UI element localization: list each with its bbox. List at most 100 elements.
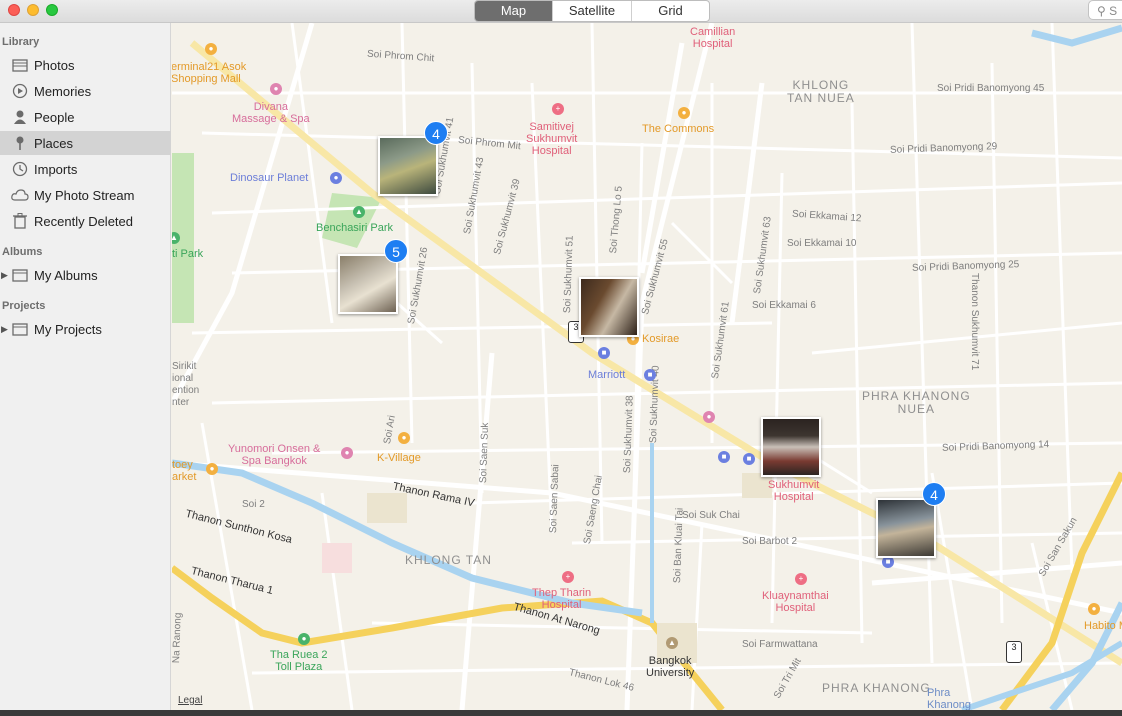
places-pin-icon (10, 134, 30, 152)
road-label: Soi 2 (242, 499, 265, 510)
shopping-pin-icon[interactable]: ● (398, 432, 410, 444)
transit-pin-icon[interactable]: ■ (743, 453, 755, 465)
highway-shield-icon: 3 (1006, 641, 1022, 663)
disclosure-triangle-icon[interactable]: ▶ (1, 270, 8, 281)
university-pin-icon[interactable]: ▲ (666, 637, 678, 649)
legal-link[interactable]: Legal (178, 695, 202, 706)
sidebar-item-people[interactable]: People (0, 105, 171, 129)
sidebar-item-label: Imports (34, 161, 78, 177)
poi-label: erminal21 Asok Shopping Mall (172, 61, 247, 85)
road-label: Soi Ekkamai 10 (787, 238, 857, 249)
section-projects: Projects (2, 300, 46, 312)
photo-cluster-thumbnail[interactable] (338, 254, 398, 314)
area-label: PHRA KHANONG NUEA (862, 389, 971, 416)
road-label: Soi Saen Suk (478, 422, 492, 484)
sidebar-item-memories[interactable]: Memories (0, 79, 171, 103)
hotel-pin-icon[interactable]: ■ (644, 369, 656, 381)
attraction-pin-icon[interactable]: ● (330, 172, 342, 184)
disclosure-triangle-icon[interactable]: ▶ (1, 324, 8, 335)
close-window-button[interactable] (8, 4, 20, 16)
search-placeholder: S (1109, 4, 1118, 18)
poi-label: Habito Mal (1084, 620, 1122, 632)
road-label: Soi Ekkamai 6 (752, 300, 816, 311)
sidebar-item-recently-deleted[interactable]: Recently Deleted (0, 209, 171, 233)
poi-label: Sukhumvit Hospital (768, 479, 820, 503)
memories-icon (10, 82, 30, 100)
water-label: Phra Khanong (927, 687, 972, 710)
road-label: Soi Suk Chai (682, 510, 740, 521)
minimize-window-button[interactable] (27, 4, 39, 16)
canal (1031, 24, 1122, 47)
sidebar-item-my-photo-stream[interactable]: My Photo Stream (0, 183, 171, 207)
cluster-count-badge[interactable]: 4 (424, 121, 448, 145)
hospital-block (322, 543, 352, 573)
places-map[interactable]: Soi Phrom Chit erminal21 Asok Shopping M… (172, 23, 1122, 710)
road-label: Thanon Sukhumvit 71 (969, 273, 980, 371)
section-library: Library (2, 36, 40, 48)
tab-map[interactable]: Map (475, 1, 552, 21)
cluster-count-badge[interactable]: 4 (922, 482, 946, 506)
hospital-pin-icon[interactable]: + (795, 573, 807, 585)
poi-label: Yunomori Onsen & Spa Bangkok (228, 443, 321, 467)
poi-label: toey arket (172, 459, 197, 483)
food-pin-icon[interactable]: ● (678, 107, 690, 119)
zoom-window-button[interactable] (46, 4, 58, 16)
photo-cluster-thumbnail[interactable] (579, 277, 639, 337)
poi-label: ti Park (172, 248, 204, 260)
road-label: Soi Farmwattana (742, 639, 818, 650)
sidebar-item-my-projects[interactable]: ▶ My Projects (0, 317, 171, 341)
sidebar-item-label: My Photo Stream (34, 187, 135, 203)
window-bottom-edge (0, 710, 1122, 716)
transit-pin-icon[interactable]: ■ (598, 347, 610, 359)
area-label: KHLONG TAN (405, 553, 492, 567)
shopping-pin-icon[interactable]: ● (1088, 603, 1100, 615)
photo-cluster-thumbnail[interactable] (761, 417, 821, 477)
section-albums: Albums (2, 246, 43, 258)
poi-label: Divana Massage & Spa (232, 101, 310, 125)
trash-icon (10, 212, 30, 230)
transit-pin-icon[interactable]: ■ (718, 451, 730, 463)
shopping-pin-icon[interactable]: ● (206, 463, 218, 475)
road-label: Soi Pridi Banomyong 45 (937, 83, 1045, 94)
sidebar: Library Photos Memories People Places Im… (0, 23, 171, 716)
poi-label: The Commons (642, 123, 715, 135)
search-field[interactable]: ⚲ S (1088, 0, 1122, 20)
view-mode-segmented-control: Map Satellite Grid (474, 0, 710, 22)
road-label: Soi Barbot 2 (742, 536, 798, 547)
poi-label: Bangkok University (646, 655, 695, 679)
hospital-pin-icon[interactable]: + (562, 571, 574, 583)
hospital-pin-icon[interactable]: + (552, 103, 564, 115)
spa-pin-icon[interactable]: ● (270, 83, 282, 95)
people-icon (10, 108, 30, 126)
park-area (322, 193, 382, 248)
poi-label: Kluaynamthai Hospital (762, 590, 829, 614)
sidebar-item-label: My Projects (34, 321, 102, 337)
building-block (367, 493, 407, 523)
sidebar-item-label: My Albums (34, 267, 98, 283)
sidebar-item-label: People (34, 109, 75, 125)
poi-label: Benchasiri Park (316, 222, 394, 234)
photo-cluster-thumbnail[interactable] (378, 136, 438, 196)
sidebar-item-photos[interactable]: Photos (0, 53, 171, 77)
photo-cluster-thumbnail[interactable] (876, 498, 936, 558)
shopping-pin-icon[interactable]: ● (703, 411, 715, 423)
shopping-pin-icon[interactable]: ● (205, 43, 217, 55)
park-pin-icon[interactable]: ▲ (353, 206, 365, 218)
cloud-icon (10, 186, 30, 204)
tab-satellite[interactable]: Satellite (552, 1, 631, 21)
toll-pin-icon[interactable]: ● (298, 633, 310, 645)
area-label: PHRA KHANONG (822, 681, 931, 695)
cluster-count-badge[interactable]: 5 (384, 239, 408, 263)
sidebar-item-label: Photos (34, 57, 75, 73)
poi-label: Camillian Hospital (690, 26, 736, 50)
photos-icon (10, 56, 30, 74)
sidebar-item-imports[interactable]: Imports (0, 157, 171, 181)
sidebar-item-label: Recently Deleted (34, 213, 133, 229)
tab-grid[interactable]: Grid (631, 1, 709, 21)
area-label: KHLONG TAN NUEA (787, 78, 855, 105)
spa-pin-icon[interactable]: ● (341, 447, 353, 459)
sidebar-item-places[interactable]: Places (0, 131, 171, 155)
poi-label: K-Village (377, 452, 421, 464)
sidebar-item-label: Places (34, 135, 74, 151)
sidebar-item-my-albums[interactable]: ▶ My Albums (0, 263, 171, 287)
